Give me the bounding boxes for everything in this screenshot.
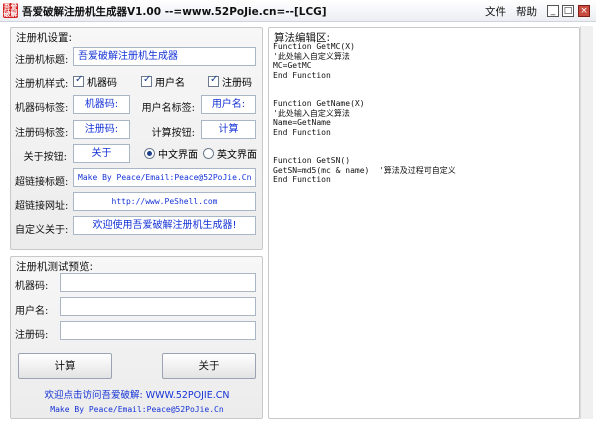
- radio-chinese[interactable]: 中文界面: [144, 146, 198, 161]
- editor-scrollbar[interactable]: [580, 26, 593, 419]
- machine-tag-input[interactable]: 机器码:: [73, 95, 130, 114]
- close-button[interactable]: ×: [578, 5, 590, 17]
- custom-about-input[interactable]: 欢迎使用吾爱破解注册机生成器!: [73, 216, 256, 235]
- custom-about-label: 自定义关于:: [15, 225, 69, 236]
- title-input[interactable]: 吾爱破解注册机生成器: [73, 47, 256, 66]
- minimize-button[interactable]: _: [547, 5, 559, 17]
- link-title-label: 超链接标题:: [15, 177, 69, 188]
- preview-panel-title: 注册机测试预览:: [16, 261, 94, 273]
- link-title-input[interactable]: Make By Peace/Email:Peace@52PoJie.Cn: [73, 168, 256, 187]
- check-icon: [73, 74, 84, 87]
- maximize-button[interactable]: □: [562, 5, 574, 17]
- user-tag-label: 用户名标签:: [141, 103, 195, 114]
- link-url-input[interactable]: http://www.PeShell.com: [73, 192, 256, 211]
- make-by-link[interactable]: Make By Peace/Email:Peace@52PoJie.Cn: [14, 405, 260, 414]
- radio-on-icon: [144, 147, 155, 159]
- check-icon: [141, 74, 152, 87]
- about-button-input[interactable]: 关于: [73, 144, 130, 163]
- radio-off-icon: [203, 147, 214, 159]
- radio-english[interactable]: 英文界面: [203, 146, 257, 161]
- preview-user-input[interactable]: [60, 297, 256, 316]
- preview-user-label: 用户名:: [15, 306, 49, 317]
- checkbox-machine[interactable]: 机器码: [73, 74, 117, 89]
- about-button-label: 关于按钮:: [23, 152, 67, 163]
- title-label: 注册机标题:: [15, 55, 69, 66]
- style-label: 注册机样式:: [15, 79, 69, 90]
- regcode-tag-label: 注册码标签:: [15, 128, 69, 139]
- preview-regcode-label: 注册码:: [15, 330, 49, 341]
- title-bar: 吾爱 破解 吾爱破解注册机生成器V1.00 --=www.52PoJie.cn=-…: [0, 0, 596, 22]
- calc-button-label: 计算按钮:: [151, 128, 195, 139]
- menu-file[interactable]: 文件: [485, 4, 506, 19]
- window-title: 吾爱破解注册机生成器V1.00 --=www.52PoJie.cn=--[LCG…: [22, 6, 327, 18]
- checkbox-regcode[interactable]: 注册码: [208, 74, 252, 89]
- settings-panel-title: 注册机设置:: [16, 32, 73, 44]
- regcode-tag-input[interactable]: 注册码:: [73, 120, 130, 139]
- preview-machine-label: 机器码:: [15, 281, 49, 292]
- preview-about-button[interactable]: 关于: [162, 353, 256, 379]
- menu-help[interactable]: 帮助: [516, 4, 537, 19]
- app-logo-icon: 吾爱 破解: [3, 3, 18, 18]
- link-url-label: 超链接网址:: [15, 201, 69, 212]
- code-editor[interactable]: Function GetMC(X) '此处输入自定义算法 MC=GetMC En…: [273, 42, 456, 185]
- check-icon: [208, 74, 219, 87]
- preview-regcode-input[interactable]: [60, 321, 256, 340]
- visit-link[interactable]: 欢迎点击访问吾爱破解: WWW.52POJIE.CN: [14, 387, 260, 401]
- user-tag-input[interactable]: 用户名:: [201, 95, 256, 114]
- calc-button-input[interactable]: 计算: [201, 120, 256, 139]
- preview-machine-input[interactable]: [60, 273, 256, 292]
- checkbox-user[interactable]: 用户名: [141, 74, 185, 89]
- machine-tag-label: 机器码标签:: [15, 103, 69, 114]
- preview-calc-button[interactable]: 计算: [18, 353, 112, 379]
